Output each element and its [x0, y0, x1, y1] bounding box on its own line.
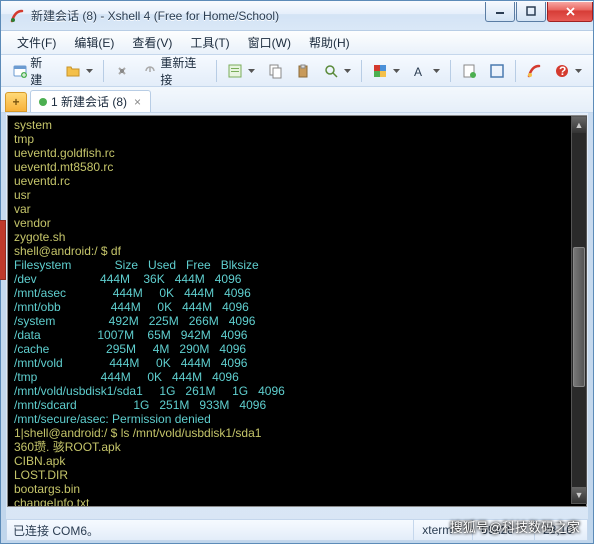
open-button[interactable]: [60, 59, 98, 83]
accent-strip: [0, 220, 6, 280]
status-size: 69x28: [472, 520, 522, 540]
app-window: 新建会话 (8) - Xshell 4 (Free for Home/Schoo…: [0, 0, 594, 544]
scroll-up-icon[interactable]: ▲: [572, 117, 586, 133]
status-dot-icon: [39, 98, 47, 106]
chevron-down-icon: [86, 69, 93, 73]
color-button[interactable]: [367, 59, 405, 83]
menubar: 文件(F) 编辑(E) 查看(V) 工具(T) 窗口(W) 帮助(H): [1, 31, 593, 55]
menu-edit[interactable]: 编辑(E): [66, 31, 122, 54]
app-icon: [9, 8, 25, 24]
svg-text:A: A: [414, 65, 422, 79]
minimize-button[interactable]: [485, 2, 515, 22]
menu-window[interactable]: 窗口(W): [240, 31, 299, 54]
paste-button[interactable]: [290, 59, 316, 83]
close-button[interactable]: [547, 2, 593, 22]
status-pos: 28,10: [534, 520, 581, 540]
reconnect-label: 重新连接: [160, 54, 206, 88]
menu-tools[interactable]: 工具(T): [182, 31, 237, 54]
chevron-down-icon: [393, 69, 400, 73]
scroll-thumb[interactable]: [573, 247, 585, 387]
chevron-down-icon: [344, 69, 351, 73]
reconnect-button[interactable]: [109, 59, 135, 83]
new-tab-button[interactable]: +: [5, 92, 27, 112]
disconnect-button[interactable]: 重新连接: [137, 59, 211, 83]
close-tab-icon[interactable]: ×: [131, 95, 144, 109]
fullscreen-button[interactable]: [484, 59, 510, 83]
chevron-down-icon: [575, 69, 582, 73]
tabbar: + 1 新建会话 (8) ×: [1, 87, 593, 113]
toolbar: 新建 重新连接 A ?: [1, 55, 593, 87]
scrollbar[interactable]: ▲ ▼: [571, 116, 587, 504]
script-button[interactable]: [456, 59, 482, 83]
window-title: 新建会话 (8) - Xshell 4 (Free for Home/Schoo…: [31, 7, 484, 24]
new-session-button[interactable]: 新建: [7, 59, 58, 83]
chevron-down-icon: [433, 69, 440, 73]
font-button[interactable]: A: [407, 59, 445, 83]
session-tab[interactable]: 1 新建会话 (8) ×: [30, 90, 151, 112]
titlebar[interactable]: 新建会话 (8) - Xshell 4 (Free for Home/Schoo…: [1, 1, 593, 31]
menu-file[interactable]: 文件(F): [9, 31, 64, 54]
help-button[interactable]: ?: [549, 59, 587, 83]
properties-button[interactable]: [222, 59, 260, 83]
status-term: xterm: [413, 520, 460, 540]
terminal-output[interactable]: systemtmpueventd.goldfish.rcueventd.mt85…: [7, 115, 587, 507]
maximize-button[interactable]: [516, 2, 546, 22]
chevron-down-icon: [248, 69, 255, 73]
xftp-button[interactable]: [521, 59, 547, 83]
new-label: 新建: [30, 54, 53, 88]
copy-button[interactable]: [262, 59, 288, 83]
menu-view[interactable]: 查看(V): [124, 31, 180, 54]
scroll-down-icon[interactable]: ▼: [572, 487, 586, 503]
tab-label: 1 新建会话 (8): [51, 93, 127, 110]
find-button[interactable]: [318, 59, 356, 83]
statusbar: 已连接 COM6。 xterm 69x28 28,10: [6, 519, 588, 541]
menu-help[interactable]: 帮助(H): [301, 31, 358, 54]
status-connection: 已连接 COM6。: [13, 522, 99, 539]
svg-text:?: ?: [559, 64, 566, 78]
